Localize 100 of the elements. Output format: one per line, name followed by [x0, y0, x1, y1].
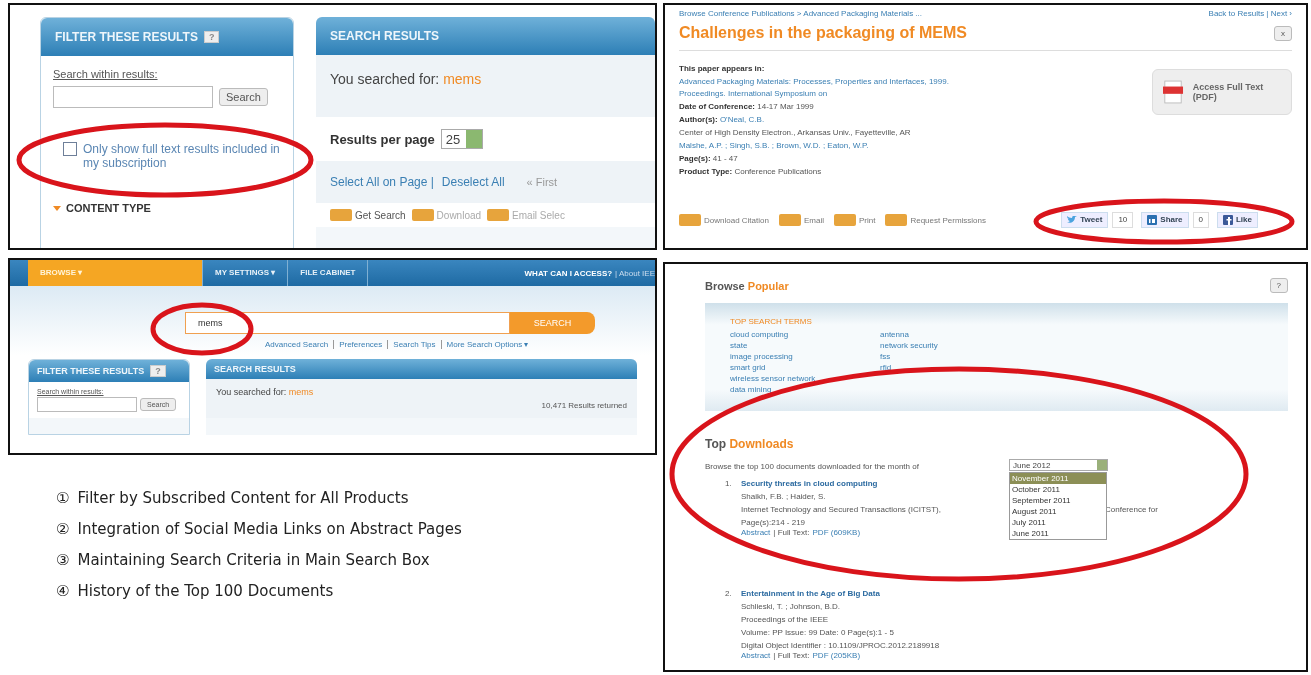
breadcrumb[interactable]: Browse Conference Publications > Advanced Packaging Materials ...: [679, 9, 923, 18]
action-link[interactable]: Request Permissions: [910, 215, 986, 225]
help-button[interactable]: ?: [1269, 278, 1288, 293]
pdf-link[interactable]: PDF (205KB): [812, 651, 861, 660]
search-term-link[interactable]: wireless sensor network: [730, 373, 816, 384]
document-title-link[interactable]: Security threats in cloud computing: [741, 479, 878, 488]
action-link[interactable]: Get Search: [355, 209, 406, 221]
search-term-link[interactable]: image processing: [730, 351, 793, 362]
panel-title: SEARCH RESULTS: [214, 364, 296, 374]
caption-text: Maintaining Search Criteria in Main Search Box: [77, 550, 430, 571]
search-label: Search within results:: [53, 68, 158, 80]
metadata-line: This paper appears in:: [679, 63, 765, 75]
action-icon: [885, 214, 908, 226]
search-option-link[interactable]: Advanced Search: [265, 340, 329, 349]
action-icon: [487, 209, 510, 221]
help-button[interactable]: ?: [203, 31, 220, 43]
abstract-link[interactable]: Abstract: [741, 651, 771, 660]
caption-text: Filter by Subscribed Content for All Products: [77, 488, 409, 509]
search-term-link[interactable]: rfid: [880, 362, 892, 373]
circled-number: ④: [56, 581, 70, 602]
search-option-link[interactable]: Search Tips: [387, 340, 436, 349]
month-select[interactable]: June 2012: [1009, 459, 1108, 471]
metadata-line: Author(s): O'Neal, C.B.: [679, 114, 765, 126]
circled-number: ③: [56, 550, 70, 571]
tweet-button[interactable]: Tweet: [1061, 212, 1109, 228]
linkedin-icon: [1147, 215, 1158, 225]
metadata-line: Malshe, A.P. ; Singh, S.B. ; Brown, W.D. ; Eaton, W.P.: [679, 140, 869, 152]
document-detail: Internet Technology and Secured Transactions (ICITST),: [741, 505, 941, 514]
caret-icon: [53, 205, 61, 211]
search-term-link[interactable]: data mining: [730, 384, 772, 395]
search-term-link[interactable]: antenna: [880, 329, 909, 340]
search-term-link[interactable]: network security: [880, 340, 938, 351]
full-text-label: | Full Text:: [773, 651, 810, 660]
document-detail: Volume: PP Issue: 99 Date: 0 Page(s):1 - 5: [741, 628, 894, 637]
metadata-line: Page(s): 41 - 47: [679, 153, 738, 165]
search-option-link[interactable]: Preferences: [333, 340, 383, 349]
panel-title: FILTER THESE RESULTS: [55, 30, 198, 44]
main-search-field[interactable]: mems: [185, 312, 510, 334]
result-count: 10,471 Results returned: [541, 401, 627, 410]
document-detail: Digital Object Identifier : 10.1109/JPROC.2012.2189918: [741, 641, 940, 650]
first-link[interactable]: « First: [526, 176, 558, 188]
action-icon: [679, 214, 701, 226]
search-term-link[interactable]: fss: [880, 351, 891, 362]
search-field[interactable]: [37, 397, 137, 412]
action-icon: [778, 214, 801, 226]
metadata-line: Center of High Density Electron., Arkansas Univ., Fayetteville, AR: [679, 127, 911, 139]
access-full-text-button[interactable]: Access Full Text (PDF): [1152, 69, 1292, 115]
checkbox[interactable]: [63, 142, 77, 156]
action-link[interactable]: Print: [858, 215, 876, 225]
caption-text: Integration of Social Media Links on Abstract Pages: [77, 519, 462, 540]
select-all-link[interactable]: Select All on Page |: [330, 175, 434, 189]
action-link[interactable]: Download: [436, 209, 482, 221]
search-term-link[interactable]: cloud computing: [730, 329, 789, 340]
like-button[interactable]: Like: [1217, 212, 1258, 228]
action-link[interactable]: Email Selec: [512, 209, 565, 221]
document-detail: Schlieski, T. ; Johnson, B.D.: [741, 602, 840, 611]
metadata-line: Advanced Packaging Materials: Processes, Properties and Interfaces, 1999. Proceedings. International Symposium on: [679, 76, 950, 100]
search-summary: You searched for: mems: [216, 387, 314, 397]
search-term-link[interactable]: state: [730, 340, 748, 351]
circled-number: ①: [56, 488, 70, 509]
terms-heading: TOP SEARCH TERMS: [730, 317, 812, 326]
section-title: Browse Popular: [705, 279, 789, 292]
action-icon: [833, 214, 856, 226]
panel-title: FILTER THESE RESULTS: [37, 366, 145, 376]
pdf-link[interactable]: PDF (609KB): [812, 528, 861, 537]
metadata-line: Date of Conference: 14-17 Mar 1999: [679, 101, 814, 113]
search-field[interactable]: [53, 86, 213, 108]
caption-text: History of the Top 100 Documents: [77, 581, 334, 602]
about-link[interactable]: | About IEE: [615, 268, 655, 278]
per-page-select[interactable]: 25: [440, 129, 484, 149]
document-detail: Shaikh, F.B. ; Haider, S.: [741, 492, 826, 501]
list-number: 2.: [725, 589, 733, 600]
document-detail: Page(s):214 - 219: [741, 518, 806, 527]
document-detail: Conference for: [1105, 505, 1158, 514]
full-text-label: | Full Text:: [773, 528, 810, 537]
section-heading: CONTENT TYPE: [66, 202, 151, 214]
bird-icon: [1067, 216, 1078, 224]
share-count: 0: [1192, 212, 1209, 228]
action-icon: [330, 209, 352, 221]
action-icon: [411, 209, 434, 221]
document-title-link[interactable]: Entertainment in the Age of Big Data: [741, 589, 880, 598]
metadata-line: Product Type: Conference Publications: [679, 166, 822, 178]
checkbox-label[interactable]: Only show full text results included in my subscription: [83, 142, 283, 170]
month-label: Browse the top 100 documents downloaded for the month of: [705, 462, 919, 471]
close-button[interactable]: x: [1274, 25, 1292, 41]
action-link[interactable]: Email: [803, 215, 824, 225]
search-button[interactable]: Search: [219, 88, 268, 106]
deselect-all-link[interactable]: Deselect All: [441, 175, 505, 189]
share-button[interactable]: Share: [1141, 212, 1189, 228]
article-title: Challenges in the packaging of MEMS: [679, 24, 968, 42]
month-option[interactable]: November 2011: [1010, 473, 1106, 484]
help-button[interactable]: ?: [150, 365, 166, 377]
search-term-link[interactable]: smart grid: [730, 362, 766, 373]
access-link[interactable]: WHAT CAN I ACCESS?: [524, 268, 613, 278]
share-count: 10: [1112, 212, 1134, 228]
pdf-icon: [1163, 78, 1185, 106]
abstract-link[interactable]: Abstract: [741, 528, 771, 537]
action-link[interactable]: Download Citation: [704, 215, 769, 225]
search-option-link[interactable]: More Search Options ▾: [440, 340, 529, 349]
back-link[interactable]: Back to Results | Next ›: [1208, 9, 1292, 18]
